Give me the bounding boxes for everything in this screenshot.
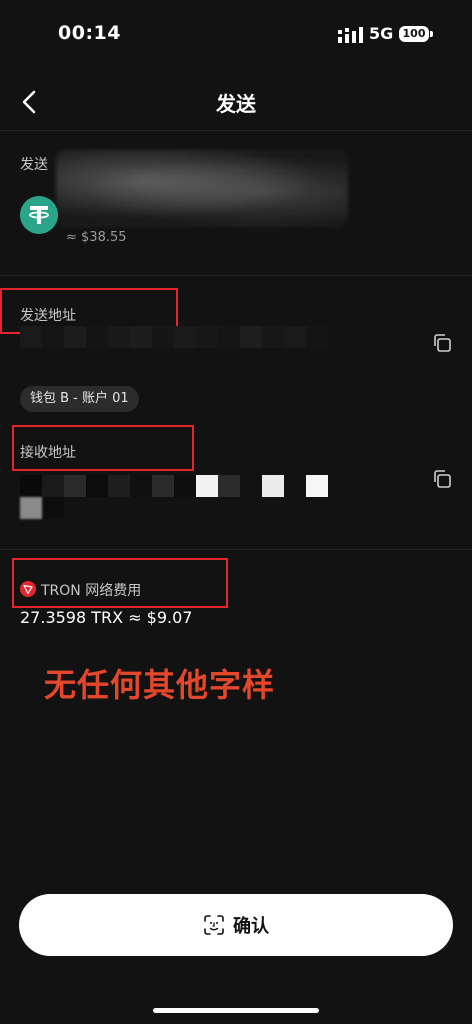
blurred-amount [56,150,348,226]
fee-label: TRON 网络费用 [41,583,142,599]
from-address-pixelated [20,326,328,348]
home-indicator [153,1008,319,1013]
fee-value: 27.3598 TRX ≈ $9.07 [20,608,193,627]
page-title: 发送 [216,92,256,116]
section-divider-2 [0,549,472,550]
wallet-tag: 钱包 B - 账户 01 [20,386,139,412]
signal-icon [338,27,363,43]
header-divider [0,130,472,131]
battery-indicator: 100 [399,26,429,42]
to-address-pixelated-line2 [20,497,64,519]
to-address-pixelated [20,475,328,497]
to-address-label: 接收地址 [20,445,76,461]
tether-icon [20,196,58,234]
face-id-icon [204,915,224,935]
status-time: 00:14 [58,22,121,44]
battery-tip [430,31,433,37]
confirm-label: 确认 [233,916,269,937]
from-address-label: 发送地址 [20,308,76,324]
network-type: 5G [369,24,394,43]
amount-usd: ≈ $38.55 [66,230,127,245]
send-section-label: 发送 [20,157,48,173]
copy-icon[interactable] [431,468,453,490]
copy-icon[interactable] [431,332,453,354]
annotation-note: 无任何其他字样 [44,666,276,704]
confirm-button[interactable]: 确认 [19,894,453,956]
section-divider-1 [0,275,472,276]
tron-icon [20,581,36,597]
